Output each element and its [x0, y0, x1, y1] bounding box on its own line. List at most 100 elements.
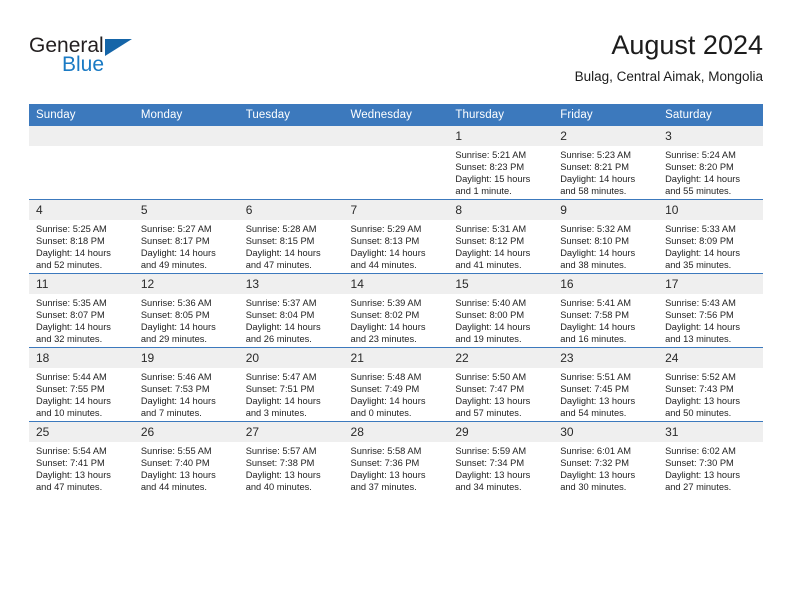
- calendar-day-cell[interactable]: 29 Sunrise: 5:59 AM Sunset: 7:34 PM Dayligh…: [448, 421, 554, 495]
- sunrise-text: Sunrise: 5:48 AM: [350, 372, 422, 382]
- calendar-cell-inner: 12 Sunrise: 5:36 AM Sunset: 8:05 PM Dayligh…: [133, 274, 239, 347]
- day-number: 22: [448, 348, 554, 368]
- sunrise-text: Sunrise: 5:59 AM: [455, 446, 527, 456]
- daylight-text: Daylight: 14 hours and 44 minutes.: [350, 248, 426, 271]
- calendar-week-row: 4 Sunrise: 5:25 AM Sunset: 8:18 PM Daylight…: [29, 199, 763, 274]
- day-number: 4: [29, 200, 134, 220]
- weekday-header-thursday: Thursday: [448, 104, 554, 126]
- page-title: August 2024: [611, 30, 763, 60]
- calendar-day-cell[interactable]: 15 Sunrise: 5:40 AM Sunset: 8:00 PM Dayligh…: [448, 273, 554, 348]
- daylight-text: Daylight: 14 hours and 16 minutes.: [560, 322, 636, 345]
- calendar-day-cell[interactable]: 8 Sunrise: 5:31 AM Sunset: 8:12 PM Daylight…: [448, 199, 554, 274]
- day-number: [133, 126, 239, 146]
- daylight-text: Daylight: 14 hours and 26 minutes.: [245, 322, 321, 345]
- day-sun-info: Sunrise: 6:02 AM Sunset: 7:30 PM Daylight:…: [658, 442, 763, 493]
- daylight-text: Daylight: 14 hours and 35 minutes.: [665, 248, 740, 271]
- day-number: 17: [658, 274, 763, 294]
- calendar-day-cell[interactable]: 10 Sunrise: 5:33 AM Sunset: 8:09 PM Dayligh…: [658, 199, 763, 274]
- calendar-day-cell[interactable]: 3 Sunrise: 5:24 AM Sunset: 8:20 PM Daylight…: [658, 126, 763, 200]
- sunset-text: Sunset: 7:43 PM: [665, 384, 734, 395]
- daylight-text: Daylight: 14 hours and 32 minutes.: [36, 322, 111, 345]
- calendar-cell-inner: 29 Sunrise: 5:59 AM Sunset: 7:34 PM Dayligh…: [448, 422, 554, 495]
- sunset-text: Sunset: 8:21 PM: [560, 162, 629, 173]
- day-sun-info: Sunrise: 5:46 AM Sunset: 7:53 PM Daylight:…: [134, 368, 239, 419]
- calendar-day-cell[interactable]: 13 Sunrise: 5:37 AM Sunset: 8:04 PM Dayligh…: [238, 273, 344, 348]
- sunrise-text: Sunrise: 5:40 AM: [455, 298, 527, 308]
- calendar-page: General Blue August 2024 Bulag, Central …: [0, 0, 792, 612]
- calendar-day-cell[interactable]: 12 Sunrise: 5:36 AM Sunset: 8:05 PM Dayligh…: [133, 273, 239, 348]
- calendar-day-cell[interactable]: 31 Sunrise: 6:02 AM Sunset: 7:30 PM Dayligh…: [658, 421, 763, 495]
- day-sun-info: Sunrise: 5:54 AM Sunset: 7:41 PM Daylight:…: [29, 442, 134, 493]
- calendar-day-cell[interactable]: 25 Sunrise: 5:54 AM Sunset: 7:41 PM Dayligh…: [29, 421, 134, 495]
- day-sun-info: Sunrise: 5:25 AM Sunset: 8:18 PM Daylight:…: [29, 220, 134, 271]
- sunrise-text: Sunrise: 5:41 AM: [560, 298, 632, 308]
- daylight-text: Daylight: 14 hours and 47 minutes.: [245, 248, 321, 271]
- calendar-cell-inner: 3 Sunrise: 5:24 AM Sunset: 8:20 PM Daylight…: [658, 126, 763, 199]
- calendar-day-cell[interactable]: 27 Sunrise: 5:57 AM Sunset: 7:38 PM Dayligh…: [238, 421, 344, 495]
- day-sun-info: Sunrise: 5:33 AM Sunset: 8:09 PM Daylight:…: [658, 220, 763, 271]
- sunrise-text: Sunrise: 5:52 AM: [665, 372, 736, 382]
- calendar-cell-inner: 9 Sunrise: 5:32 AM Sunset: 8:10 PM Daylight…: [553, 200, 659, 273]
- calendar-day-cell[interactable]: 5 Sunrise: 5:27 AM Sunset: 8:17 PM Daylight…: [133, 199, 239, 274]
- calendar-cell-inner: 22 Sunrise: 5:50 AM Sunset: 7:47 PM Dayligh…: [448, 348, 554, 421]
- calendar-day-cell[interactable]: 16 Sunrise: 5:41 AM Sunset: 7:58 PM Dayligh…: [553, 273, 659, 348]
- calendar-cell-inner: 17 Sunrise: 5:43 AM Sunset: 7:56 PM Dayligh…: [658, 274, 763, 347]
- day-number: 11: [29, 274, 134, 294]
- day-sun-info: Sunrise: 5:44 AM Sunset: 7:55 PM Daylight:…: [29, 368, 134, 419]
- sunrise-text: Sunrise: 5:43 AM: [665, 298, 736, 308]
- generalblue-logo[interactable]: General Blue: [29, 34, 229, 86]
- day-sun-info: Sunrise: 6:01 AM Sunset: 7:32 PM Daylight:…: [553, 442, 658, 493]
- calendar-day-cell[interactable]: 11 Sunrise: 5:35 AM Sunset: 8:07 PM Dayligh…: [29, 273, 134, 348]
- day-sun-info: Sunrise: 5:51 AM Sunset: 7:45 PM Daylight:…: [553, 368, 658, 419]
- calendar-cell-inner: 21 Sunrise: 5:48 AM Sunset: 7:49 PM Dayligh…: [343, 348, 449, 421]
- sunrise-text: Sunrise: 5:28 AM: [245, 224, 317, 234]
- calendar-day-cell[interactable]: 23 Sunrise: 5:51 AM Sunset: 7:45 PM Dayligh…: [553, 347, 659, 422]
- sunset-text: Sunset: 8:07 PM: [36, 310, 105, 321]
- sunset-text: Sunset: 7:40 PM: [140, 458, 210, 469]
- calendar-day-cell[interactable]: 2 Sunrise: 5:23 AM Sunset: 8:21 PM Daylight…: [553, 126, 659, 200]
- calendar-day-cell[interactable]: 4 Sunrise: 5:25 AM Sunset: 8:18 PM Daylight…: [29, 199, 134, 274]
- day-sun-info: Sunrise: 5:29 AM Sunset: 8:13 PM Daylight:…: [344, 220, 449, 271]
- calendar-day-cell[interactable]: 22 Sunrise: 5:50 AM Sunset: 7:47 PM Dayligh…: [448, 347, 554, 422]
- sunrise-text: Sunrise: 5:36 AM: [140, 298, 212, 308]
- calendar-day-cell[interactable]: 20 Sunrise: 5:47 AM Sunset: 7:51 PM Dayligh…: [238, 347, 344, 422]
- daylight-text: Daylight: 14 hours and 13 minutes.: [665, 322, 740, 345]
- calendar-day-cell[interactable]: 30 Sunrise: 6:01 AM Sunset: 7:32 PM Dayligh…: [553, 421, 659, 495]
- calendar-cell-inner: 1 Sunrise: 5:21 AM Sunset: 8:23 PM Daylight…: [448, 126, 554, 199]
- calendar-cell-inner: 23 Sunrise: 5:51 AM Sunset: 7:45 PM Dayligh…: [553, 348, 659, 421]
- page-header: General Blue August 2024 Bulag, Central …: [29, 28, 763, 98]
- calendar-cell-inner: 28 Sunrise: 5:58 AM Sunset: 7:36 PM Dayligh…: [343, 422, 449, 495]
- calendar-day-cell[interactable]: 19 Sunrise: 5:46 AM Sunset: 7:53 PM Dayligh…: [133, 347, 239, 422]
- calendar-day-cell[interactable]: 9 Sunrise: 5:32 AM Sunset: 8:10 PM Daylight…: [553, 199, 659, 274]
- calendar-cell-inner: 18 Sunrise: 5:44 AM Sunset: 7:55 PM Dayligh…: [29, 348, 134, 421]
- daylight-text: Daylight: 14 hours and 3 minutes.: [245, 396, 321, 419]
- calendar-day-cell[interactable]: 21 Sunrise: 5:48 AM Sunset: 7:49 PM Dayligh…: [343, 347, 449, 422]
- daylight-text: Daylight: 14 hours and 41 minutes.: [455, 248, 531, 271]
- calendar-day-cell[interactable]: 28 Sunrise: 5:58 AM Sunset: 7:36 PM Dayligh…: [343, 421, 449, 495]
- sunset-text: Sunset: 7:58 PM: [560, 310, 629, 321]
- sunset-text: Sunset: 7:41 PM: [36, 458, 105, 469]
- daylight-text: Daylight: 14 hours and 38 minutes.: [560, 248, 636, 271]
- weekday-header-wednesday: Wednesday: [343, 104, 449, 126]
- calendar-day-cell[interactable]: 6 Sunrise: 5:28 AM Sunset: 8:15 PM Daylight…: [238, 199, 344, 274]
- day-number: 16: [553, 274, 659, 294]
- sunset-text: Sunset: 7:56 PM: [665, 310, 734, 321]
- day-sun-info: Sunrise: 5:35 AM Sunset: 8:07 PM Daylight:…: [29, 294, 134, 345]
- daylight-text: Daylight: 14 hours and 52 minutes.: [36, 248, 111, 271]
- calendar-day-cell[interactable]: 17 Sunrise: 5:43 AM Sunset: 7:56 PM Dayligh…: [658, 273, 763, 348]
- calendar-day-cell[interactable]: 24 Sunrise: 5:52 AM Sunset: 7:43 PM Dayligh…: [658, 347, 763, 422]
- calendar-day-cell[interactable]: 1 Sunrise: 5:21 AM Sunset: 8:23 PM Daylight…: [448, 126, 554, 200]
- sunset-text: Sunset: 8:15 PM: [245, 236, 315, 247]
- calendar-day-cell[interactable]: 7 Sunrise: 5:29 AM Sunset: 8:13 PM Daylight…: [343, 199, 449, 274]
- calendar-day-cell[interactable]: 18 Sunrise: 5:44 AM Sunset: 7:55 PM Dayligh…: [29, 347, 134, 422]
- title-block: August 2024 Bulag, Central Aimak, Mongol…: [575, 28, 763, 87]
- day-sun-info: Sunrise: 5:55 AM Sunset: 7:40 PM Daylight:…: [134, 442, 239, 493]
- calendar-cell-inner: 30 Sunrise: 6:01 AM Sunset: 7:32 PM Dayligh…: [553, 422, 659, 495]
- sunset-text: Sunset: 8:00 PM: [455, 310, 525, 321]
- sunrise-text: Sunrise: 5:39 AM: [350, 298, 422, 308]
- sunset-text: Sunset: 7:51 PM: [245, 384, 315, 395]
- calendar-cell-inner: 7 Sunrise: 5:29 AM Sunset: 8:13 PM Daylight…: [343, 200, 449, 273]
- calendar-day-cell[interactable]: 26 Sunrise: 5:55 AM Sunset: 7:40 PM Dayligh…: [133, 421, 239, 495]
- day-number: 2: [553, 126, 659, 146]
- calendar-day-cell[interactable]: 14 Sunrise: 5:39 AM Sunset: 8:02 PM Dayligh…: [343, 273, 449, 348]
